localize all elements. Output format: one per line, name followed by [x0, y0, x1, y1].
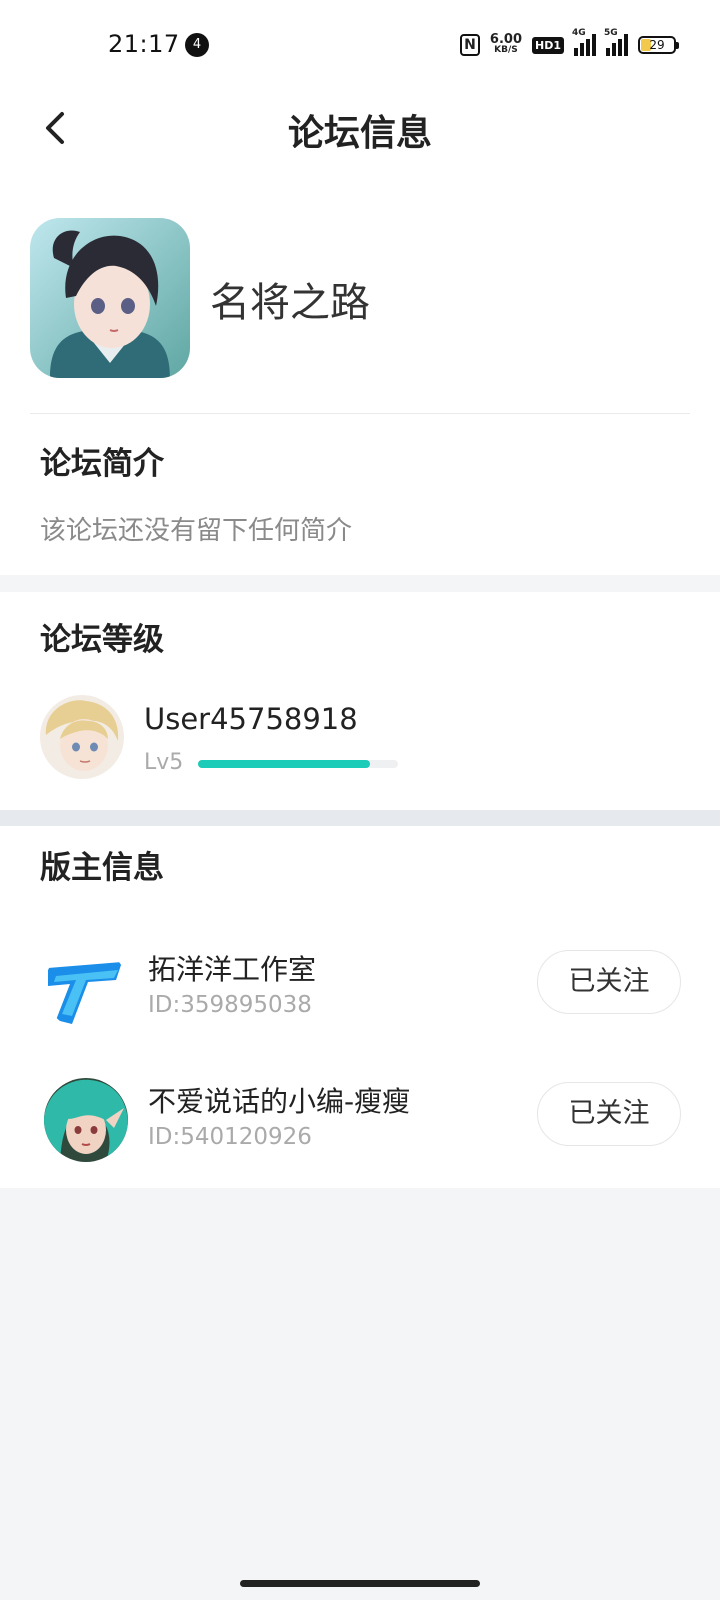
user-name: User45758918 — [144, 702, 358, 736]
forum-name: 名将之路 — [210, 280, 370, 326]
level-progress-fill — [198, 760, 370, 768]
moderator-title: 版主信息 — [40, 850, 164, 886]
home-indicator[interactable] — [240, 1580, 480, 1587]
divider — [30, 413, 690, 414]
user-level-label: Lv5 — [144, 750, 184, 775]
section-separator — [0, 810, 720, 826]
forum-level-card: 论坛等级 User45758918 Lv5 — [0, 592, 720, 810]
moderator-info-card: 版主信息 拓洋洋工作室 ID:359895038 已关注 不爱说话的小编-瘦瘦 … — [0, 826, 720, 1188]
network-speed-unit: KB/S — [494, 45, 518, 55]
tuoyang-logo-icon[interactable] — [44, 946, 128, 1030]
signal-5g-label: 5G — [604, 28, 618, 38]
signal-5g-icon: 5G — [604, 28, 628, 56]
status-time: 21:17 — [108, 30, 180, 58]
moderator-name: 不爱说话的小编-瘦瘦 — [148, 1085, 411, 1118]
hd-icon: HD1 — [532, 36, 564, 54]
intro-text: 该论坛还没有留下任何简介 — [40, 516, 353, 546]
notification-badge: 4 — [185, 33, 209, 57]
following-button[interactable]: 已关注 — [537, 950, 681, 1014]
intro-title: 论坛简介 — [40, 446, 164, 482]
level-progress-bar — [198, 760, 398, 768]
forum-info-card: 名将之路 论坛简介 该论坛还没有留下任何简介 — [0, 170, 720, 575]
battery-icon: 29 — [638, 36, 679, 54]
level-title: 论坛等级 — [40, 622, 164, 658]
moderator-row[interactable]: 拓洋洋工作室 ID:359895038 已关注 — [0, 936, 720, 1036]
signal-4g-label: 4G — [572, 28, 586, 38]
signal-4g-icon: 4G — [572, 28, 596, 56]
battery-level: 29 — [649, 38, 665, 52]
user-avatar[interactable] — [40, 695, 124, 779]
status-bar: 21:17 4 N 6.00 KB/S HD1 4G 5G 29 — [0, 0, 720, 90]
moderator-row[interactable]: 不爱说话的小编-瘦瘦 ID:540120926 已关注 — [0, 1068, 720, 1168]
following-button[interactable]: 已关注 — [537, 1082, 681, 1146]
network-speed-value: 6.00 — [489, 32, 522, 47]
moderator-id: ID:540120926 — [148, 1124, 312, 1150]
page-title: 论坛信息 — [287, 113, 432, 154]
moderator-avatar[interactable] — [44, 1078, 128, 1162]
moderator-name: 拓洋洋工作室 — [148, 953, 317, 986]
forum-avatar — [30, 218, 190, 378]
nav-bar: 论坛信息 — [0, 90, 720, 170]
nfc-icon: N — [459, 34, 480, 56]
network-speed: 6.00 KB/S — [489, 32, 522, 56]
status-icons: N 6.00 KB/S HD1 4G 5G 29 — [459, 28, 679, 60]
moderator-id: ID:359895038 — [148, 992, 312, 1018]
